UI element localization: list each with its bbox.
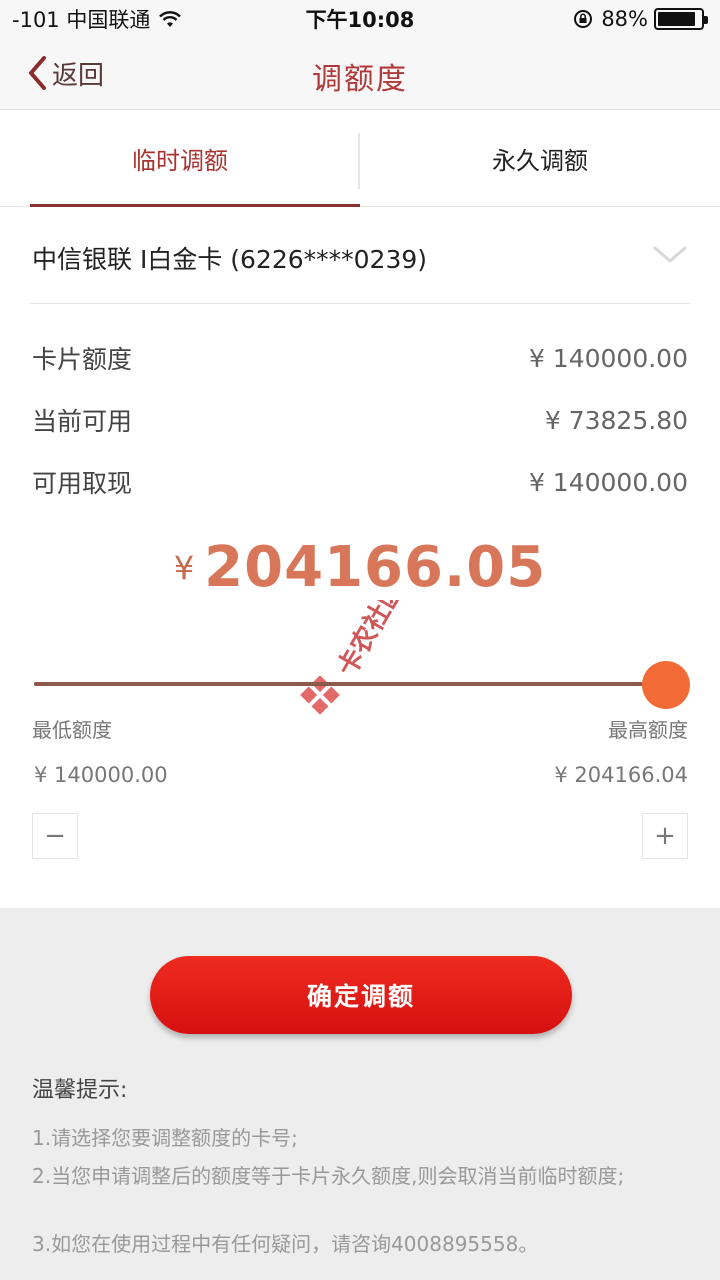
card-selector[interactable]: 中信银联 I白金卡 (6226****0239) bbox=[0, 208, 720, 304]
back-button[interactable]: 返回 bbox=[26, 54, 104, 92]
tip-item: 2.当您申请调整后的额度等于卡片永久额度,则会取消当前临时额度; bbox=[32, 1164, 625, 1188]
min-limit-value: ¥ 140000.00 bbox=[34, 763, 168, 787]
available-value: ¥ 73825.80 bbox=[544, 405, 688, 435]
status-bar: -101 中国联通 下午10:08 88% bbox=[0, 0, 720, 38]
selected-amount: ¥204166.05 bbox=[0, 535, 720, 600]
tip-item: 1.请选择您要调整额度的卡号; bbox=[32, 1126, 298, 1150]
nav-bar: 返回 调额度 bbox=[0, 38, 720, 110]
tab-permanent-adjust[interactable]: 永久调额 bbox=[360, 111, 720, 206]
cash-row: 可用取现 ¥ 140000.00 bbox=[32, 462, 688, 502]
currency-symbol: ¥ bbox=[173, 548, 195, 587]
card-name: 中信银联 I白金卡 (6226****0239) bbox=[32, 245, 428, 274]
battery-percent: 88% bbox=[601, 7, 648, 31]
available-label: 当前可用 bbox=[32, 407, 133, 436]
back-label: 返回 bbox=[52, 60, 105, 91]
limit-slider-fill bbox=[34, 682, 666, 686]
increase-button[interactable]: + bbox=[642, 813, 688, 859]
cash-value: ¥ 140000.00 bbox=[528, 467, 688, 497]
tips-title: 温馨提示: bbox=[32, 1078, 128, 1103]
min-limit-label: 最低额度 bbox=[32, 718, 112, 742]
tab-label: 临时调额 bbox=[132, 147, 228, 175]
carrier-label: -101 中国联通 bbox=[12, 8, 151, 32]
chevron-down-icon bbox=[653, 246, 687, 263]
card-limit-row: 卡片额度 ¥ 140000.00 bbox=[32, 338, 688, 378]
max-limit-label: 最高额度 bbox=[608, 718, 688, 742]
watermark-text: 卡农社区 bbox=[331, 600, 410, 682]
plus-icon: + bbox=[654, 821, 676, 851]
battery-icon bbox=[654, 8, 708, 30]
decrease-button[interactable]: − bbox=[32, 813, 78, 859]
battery: 88% bbox=[601, 7, 708, 31]
status-left: -101 中国联通 bbox=[12, 4, 182, 34]
battery-fill bbox=[658, 12, 695, 26]
tab-temporary-adjust[interactable]: 临时调额 bbox=[0, 111, 360, 207]
watermark-logo: 卡农社区 bbox=[300, 600, 410, 715]
chevron-left-icon bbox=[29, 56, 46, 90]
limit-slider-thumb[interactable] bbox=[642, 661, 690, 709]
tab-label: 永久调额 bbox=[492, 147, 588, 175]
tab-bar: 临时调额 永久调额 bbox=[0, 111, 720, 207]
rotation-lock-icon bbox=[574, 10, 593, 28]
card-limit-value: ¥ 140000.00 bbox=[528, 343, 688, 373]
wifi-icon bbox=[159, 11, 182, 27]
amount-value: 204166.05 bbox=[204, 535, 547, 600]
confirm-adjust-button[interactable]: 确定调额 bbox=[150, 956, 572, 1034]
limit-slider-track[interactable] bbox=[34, 682, 666, 686]
tip-item: 3.如您在使用过程中有任何疑问，请咨询4008895558。 bbox=[32, 1232, 539, 1256]
max-limit-value: ¥ 204166.04 bbox=[554, 763, 688, 787]
minus-icon: − bbox=[44, 821, 66, 851]
status-right: 88% bbox=[573, 7, 708, 31]
tab-active-indicator bbox=[30, 204, 360, 207]
available-row: 当前可用 ¥ 73825.80 bbox=[32, 400, 688, 440]
page-title: 调额度 bbox=[312, 62, 408, 97]
cash-label: 可用取现 bbox=[32, 469, 133, 498]
card-limit-label: 卡片额度 bbox=[32, 345, 133, 374]
